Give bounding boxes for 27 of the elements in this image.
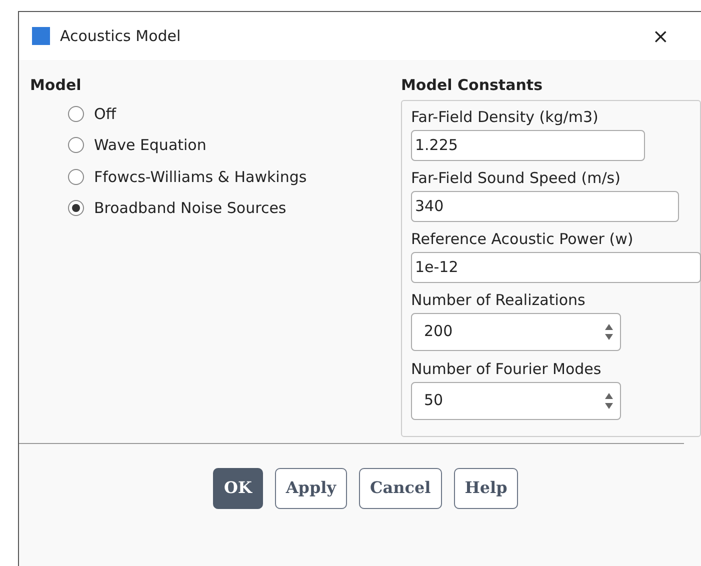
radio-option[interactable]: Wave Equation [68, 134, 401, 156]
radio-button[interactable] [68, 106, 84, 122]
dialog-button[interactable]: Help [454, 468, 518, 508]
window-title: Acoustics Model [60, 26, 181, 47]
radio-button[interactable] [68, 168, 84, 185]
input-field[interactable]: 1.225 [411, 130, 645, 160]
field-label: Far-Field Sound Speed (m/s) [411, 168, 622, 188]
app-logo-icon [32, 27, 50, 45]
radio-button[interactable] [68, 137, 84, 154]
input-field[interactable]: 1e-12 [411, 252, 701, 282]
radio-option[interactable]: Off [68, 102, 401, 125]
ok-button[interactable]: OK [213, 468, 263, 508]
radio-button[interactable] [68, 200, 84, 216]
dialog-button[interactable]: Cancel [359, 468, 442, 508]
field-label: Number of Fourier Modes [411, 358, 602, 378]
field-label: Number of Realizations [411, 290, 586, 310]
dialog-button[interactable]: Apply [274, 468, 348, 508]
section-heading: Model Constants [401, 75, 544, 96]
field-label: Far-Field Density (kg/m3) [411, 106, 600, 126]
spinner-field[interactable]: 200 [411, 312, 621, 350]
close-button[interactable]: × [652, 21, 669, 51]
section-heading: Model [30, 75, 82, 96]
radio-option[interactable]: Ffowcs-Williams & Hawkings [68, 166, 401, 188]
input-field[interactable]: 340 [411, 190, 679, 222]
spinner-field[interactable]: 50 [411, 382, 621, 420]
field-label: Reference Acoustic Power (w) [411, 228, 634, 248]
radio-option[interactable]: Broadband Noise Sources [68, 197, 401, 220]
